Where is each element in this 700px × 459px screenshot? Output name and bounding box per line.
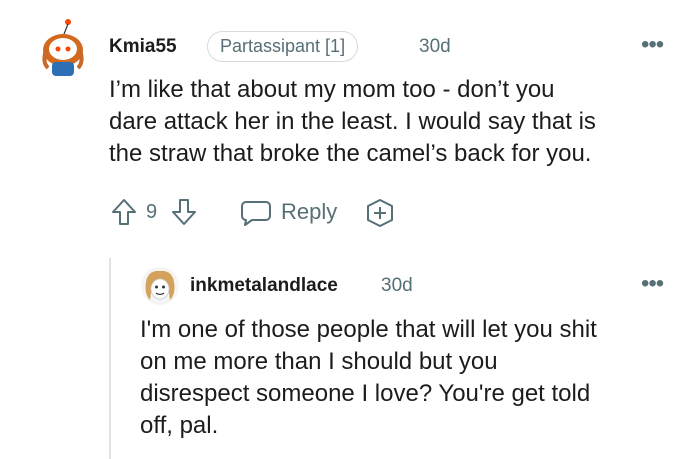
reply-username[interactable]: inkmetalandlace: [190, 275, 338, 297]
downvote-icon[interactable]: [170, 197, 198, 227]
reply-line: on me more than I should but you: [140, 348, 498, 375]
avatar[interactable]: [38, 18, 88, 76]
reply-line: off, pal.: [140, 412, 219, 439]
comment-username[interactable]: Kmia55: [109, 36, 177, 58]
comment-timestamp[interactable]: 30d: [419, 36, 451, 58]
vote-count: 9: [146, 201, 158, 223]
reply-button[interactable]: Reply: [240, 197, 350, 227]
award-icon[interactable]: [364, 198, 396, 228]
upvote-icon[interactable]: [110, 197, 138, 227]
comment-line: I’m like that about my mom too - don’t y…: [109, 76, 555, 103]
reply-line: I'm one of those people that will let yo…: [140, 316, 597, 343]
thread-line[interactable]: [109, 258, 111, 459]
reply-line: disrespect someone I love? You're get to…: [140, 380, 591, 407]
reply-timestamp[interactable]: 30d: [381, 275, 413, 297]
reply-icon: [241, 201, 271, 226]
more-options-icon[interactable]: •••: [641, 33, 664, 57]
avatar[interactable]: [140, 266, 180, 306]
user-flair: Partassipant [1]: [207, 31, 359, 62]
reply-label: Reply: [281, 199, 338, 224]
comment-line: dare attack her in the least. I would sa…: [109, 108, 596, 135]
reply-body: I'm one of those people that will let yo…: [140, 314, 695, 442]
comment-body: I’m like that about my mom too - don’t y…: [109, 74, 689, 170]
more-options-icon[interactable]: •••: [641, 272, 664, 296]
comment-line: the straw that broke the camel’s back fo…: [109, 140, 592, 167]
